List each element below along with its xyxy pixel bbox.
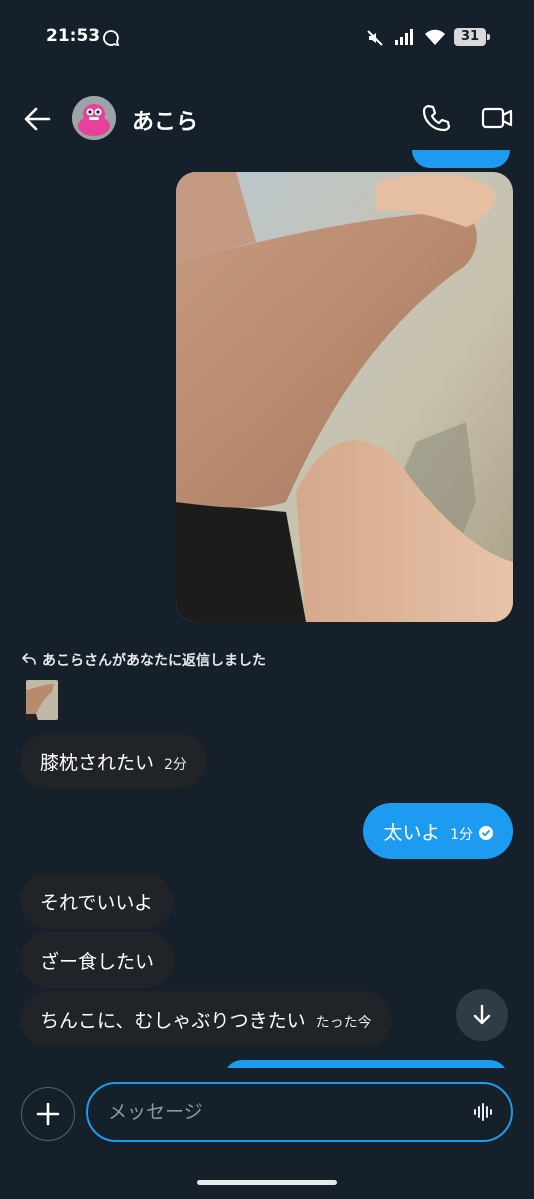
reply-notice: あこらさんがあなたに返信しました bbox=[22, 650, 266, 670]
message-bubble-outgoing[interactable]: 太いよ 1分 bbox=[363, 803, 513, 859]
status-time: 21:53 bbox=[46, 26, 101, 46]
battery-icon: 31 bbox=[454, 28, 490, 46]
add-attachment-button[interactable] bbox=[21, 1087, 75, 1141]
message-text: ざー食したい bbox=[40, 950, 155, 973]
video-call-button[interactable] bbox=[480, 102, 514, 134]
arrow-down-icon bbox=[473, 1004, 491, 1025]
message-bubble-incoming[interactable]: ざー食したい bbox=[20, 932, 175, 988]
message-input[interactable] bbox=[86, 1082, 513, 1142]
home-indicator[interactable] bbox=[197, 1180, 337, 1185]
voice-waveform-icon[interactable] bbox=[472, 1100, 496, 1128]
previous-outgoing-bubble bbox=[412, 150, 510, 168]
photo-message[interactable] bbox=[176, 172, 513, 622]
message-bubble-incoming[interactable]: それでいいよ bbox=[20, 873, 174, 929]
message-bubble-incoming[interactable]: 膝枕されたい 2分 bbox=[20, 733, 207, 789]
chat-header: あこら bbox=[0, 88, 534, 148]
back-button[interactable] bbox=[22, 104, 52, 134]
message-text: 太いよ bbox=[383, 821, 441, 844]
plus-icon bbox=[36, 1102, 60, 1126]
message-time: 2分 bbox=[164, 757, 187, 773]
sent-check-icon bbox=[479, 823, 493, 845]
back-arrow-icon bbox=[24, 107, 51, 131]
wifi-icon bbox=[424, 28, 446, 50]
reply-thumbnail[interactable] bbox=[26, 680, 58, 720]
phone-icon bbox=[422, 104, 451, 132]
avatar[interactable] bbox=[72, 96, 116, 140]
message-time: たった今 bbox=[315, 1015, 372, 1031]
message-text: 膝枕されたい bbox=[40, 751, 155, 774]
message-time: 1分 bbox=[450, 827, 473, 843]
call-button[interactable] bbox=[420, 102, 452, 134]
status-bar: 21:53 31 bbox=[0, 0, 534, 76]
reply-notice-text: あこらさんがあなたに返信しました bbox=[42, 653, 266, 669]
chat-bubble-icon bbox=[102, 29, 120, 51]
message-text: ちんこに、むしゃぶりつきたい bbox=[40, 1009, 306, 1032]
message-bubble-incoming[interactable]: ちんこに、むしゃぶりつきたい たった今 bbox=[20, 991, 392, 1047]
video-camera-icon bbox=[481, 107, 513, 129]
scroll-to-bottom-button[interactable] bbox=[456, 989, 508, 1041]
mute-icon bbox=[366, 29, 384, 51]
message-text: それでいいよ bbox=[40, 891, 154, 914]
signal-icon bbox=[394, 28, 418, 50]
contact-name[interactable]: あこら bbox=[132, 104, 198, 136]
reply-arrow-icon bbox=[22, 652, 36, 670]
